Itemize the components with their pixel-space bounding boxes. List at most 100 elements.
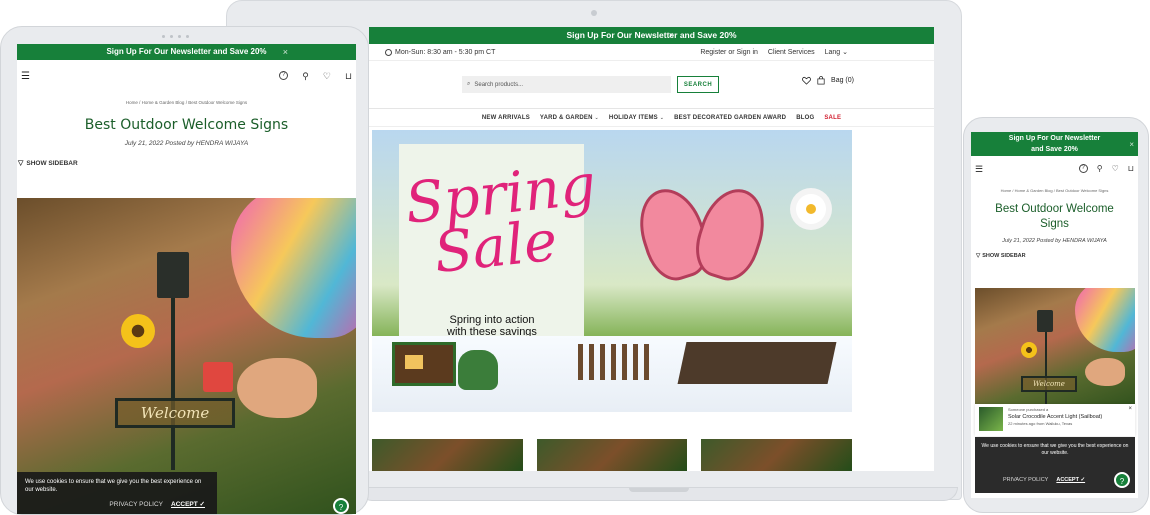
header-actions: ? ⚲ ♡ ⊔ bbox=[1078, 164, 1134, 173]
welcome-sign-text: Welcome bbox=[1033, 380, 1065, 388]
cookie-notice: We use cookies to ensure that we give yo… bbox=[17, 472, 217, 514]
mobile-header: ☰ ? ⚲ ♡ ⊔ bbox=[17, 60, 356, 92]
shirt-image-part bbox=[1075, 288, 1135, 352]
breadcrumb-current: Best Outdoor Welcome Signs bbox=[1056, 188, 1109, 193]
bag-icon[interactable]: ⊔ bbox=[1128, 164, 1134, 173]
breadcrumb: Home / Home & Garden Blog / Best Outdoor… bbox=[17, 100, 356, 105]
breadcrumb-separator: / bbox=[185, 100, 187, 105]
nav-item-garden-award[interactable]: BEST DECORATED GARDEN AWARD bbox=[674, 115, 786, 121]
laptop-camera bbox=[591, 10, 597, 16]
featured-image: Welcome bbox=[975, 288, 1135, 406]
nav-item-sale[interactable]: SALE bbox=[824, 115, 841, 121]
purchased-product-thumbnail bbox=[979, 407, 1003, 431]
utility-links: Register or Sign in Client Services Lang… bbox=[700, 48, 848, 57]
nav-item-holiday-items[interactable]: HOLIDAY ITEMS ⌄ bbox=[609, 115, 664, 121]
cookie-actions: PRIVACY POLICY ACCEPT ✓ bbox=[109, 501, 205, 509]
chat-icon[interactable]: ? bbox=[1114, 472, 1130, 488]
phone-screen: Sign Up For Our Newsletter and Save 20% … bbox=[971, 132, 1138, 498]
shirt-image-part bbox=[231, 198, 356, 338]
header-actions: Bag (0) bbox=[802, 76, 854, 85]
register-sign-in-link[interactable]: Register or Sign in bbox=[700, 49, 758, 56]
chevron-down-icon: ⌄ bbox=[842, 49, 848, 56]
newsletter-promo-bar[interactable]: Sign Up For Our Newsletter and Save 20% … bbox=[369, 27, 934, 44]
category-thumbnails bbox=[372, 439, 853, 471]
accept-cookies-button[interactable]: ACCEPT ✓ bbox=[1056, 477, 1085, 484]
recent-purchase-product[interactable]: Solar Crocodile Accent Light (Sailboat) bbox=[1008, 413, 1102, 421]
bag-icon[interactable]: ⊔ bbox=[345, 71, 352, 82]
category-thumbnail[interactable] bbox=[372, 439, 523, 471]
privacy-policy-link[interactable]: PRIVACY POLICY bbox=[109, 501, 163, 509]
lamp-post-image-part bbox=[171, 290, 175, 470]
device-mockup-stage: Sign Up For Our Newsletter and Save 20% … bbox=[0, 0, 1150, 515]
site-header: ⌕ Search products... SEARCH Bag (0) bbox=[369, 61, 934, 109]
promo-text: Sign Up For Our Newsletter and Save 20% bbox=[106, 47, 267, 56]
help-icon[interactable]: ? bbox=[1078, 164, 1088, 173]
search-button[interactable]: SEARCH bbox=[677, 76, 719, 93]
breadcrumb-home[interactable]: Home bbox=[126, 100, 138, 105]
promo-text: Sign Up For Our Newsletter and Save 20% bbox=[566, 30, 737, 40]
filter-icon: ▽ bbox=[976, 253, 981, 259]
page-title: Best Outdoor Welcome Signs bbox=[995, 203, 1114, 230]
bag-icon[interactable] bbox=[817, 76, 825, 85]
hero-banner-spring-sale[interactable]: Spring Sale Spring into action with thes… bbox=[372, 130, 852, 412]
category-thumbnail[interactable] bbox=[536, 439, 688, 471]
show-sidebar-button[interactable]: ▽ SHOW SIDEBAR bbox=[971, 253, 1138, 259]
chat-icon[interactable]: ? bbox=[333, 498, 349, 514]
client-services-link[interactable]: Client Services bbox=[768, 49, 815, 56]
tablet-camera bbox=[162, 35, 189, 38]
recent-purchase-time: 22 minutes ago from Wailuku, Texas bbox=[1008, 421, 1073, 426]
lamp-post-image-part bbox=[1045, 328, 1047, 406]
close-icon[interactable]: × bbox=[1128, 406, 1132, 412]
search-input[interactable]: ⌕ Search products... bbox=[462, 76, 671, 93]
breadcrumb-separator: / bbox=[1012, 188, 1014, 193]
cookie-notice-text: We use cookies to ensure that we give yo… bbox=[981, 443, 1129, 456]
miniature-fence-image bbox=[578, 344, 652, 380]
hero-title-line2: Sale bbox=[431, 208, 561, 287]
butterfly-decor-image bbox=[629, 180, 775, 292]
phone-device: Sign Up For Our Newsletter and Save 20% … bbox=[963, 117, 1149, 513]
heart-icon[interactable]: ♡ bbox=[323, 71, 331, 82]
heart-icon[interactable]: ♡ bbox=[1112, 164, 1119, 173]
search-menu-icon[interactable]: ☰ bbox=[21, 71, 30, 82]
nav-item-new-arrivals[interactable]: NEW ARRIVALS bbox=[482, 115, 530, 121]
chevron-down-icon: ⌄ bbox=[659, 114, 665, 121]
nav-item-yard-garden[interactable]: YARD & GARDEN ⌄ bbox=[540, 115, 599, 121]
breadcrumb-home[interactable]: Home bbox=[1001, 188, 1012, 193]
welcome-sign-image-part: Welcome bbox=[1021, 376, 1077, 392]
cookie-actions: PRIVACY POLICY ACCEPT ✓ bbox=[1003, 477, 1085, 484]
cookie-notice-text: We use cookies to ensure that we give yo… bbox=[25, 479, 202, 493]
newsletter-promo-bar[interactable]: Sign Up For Our Newsletter and Save 20% … bbox=[971, 132, 1138, 156]
promo-close-icon[interactable]: × bbox=[283, 44, 288, 60]
accept-cookies-button[interactable]: ACCEPT ✓ bbox=[171, 501, 205, 509]
sunflower-image-part bbox=[121, 314, 155, 348]
breadcrumb-blog[interactable]: Home & Garden Blog bbox=[1015, 188, 1053, 193]
language-selector[interactable]: Lang ⌄ bbox=[825, 48, 848, 56]
promo-close-icon[interactable]: × bbox=[1129, 139, 1134, 150]
hero-subtitle-line1: Spring into action bbox=[449, 314, 535, 326]
store-hours-text: Mon-Sun: 8:30 am - 5:30 pm CT bbox=[395, 48, 496, 56]
hand-image-part bbox=[1085, 358, 1125, 386]
help-icon[interactable]: ? bbox=[279, 71, 289, 80]
mobile-header: ☰ ? ⚲ ♡ ⊔ bbox=[971, 156, 1138, 180]
lamp-head-image-part bbox=[1037, 310, 1053, 332]
show-sidebar-button[interactable]: ▽ SHOW SIDEBAR bbox=[17, 159, 356, 168]
privacy-policy-link[interactable]: PRIVACY POLICY bbox=[1003, 477, 1048, 484]
newsletter-promo-bar[interactable]: Sign Up For Our Newsletter and Save 20% … bbox=[17, 44, 356, 60]
welcome-sign-image-part: Welcome bbox=[115, 398, 235, 428]
promo-close-icon[interactable]: × bbox=[669, 27, 674, 44]
category-thumbnail[interactable] bbox=[701, 439, 853, 471]
user-icon[interactable]: ⚲ bbox=[1097, 164, 1103, 173]
clock-icon bbox=[385, 48, 392, 56]
recent-purchase-popup[interactable]: Someone purchased a Solar Crocodile Acce… bbox=[975, 404, 1135, 436]
breadcrumb-current: Best Outdoor Welcome Signs bbox=[188, 100, 248, 105]
search-menu-icon[interactable]: ☰ bbox=[975, 164, 983, 175]
nav-item-blog[interactable]: BLOG bbox=[796, 115, 814, 121]
user-icon[interactable]: ⚲ bbox=[302, 71, 309, 82]
breadcrumb-separator: / bbox=[1053, 188, 1055, 193]
desktop-screen: Sign Up For Our Newsletter and Save 20% … bbox=[369, 27, 934, 471]
bag-count[interactable]: Bag (0) bbox=[831, 77, 854, 84]
post-meta: July 21, 2022 Posted by HENDRA WIJAYA bbox=[1002, 238, 1107, 244]
cookie-notice: We use cookies to ensure that we give yo… bbox=[975, 437, 1135, 493]
heart-icon[interactable] bbox=[802, 76, 811, 85]
breadcrumb-blog[interactable]: Home & Garden Blog bbox=[142, 100, 185, 105]
